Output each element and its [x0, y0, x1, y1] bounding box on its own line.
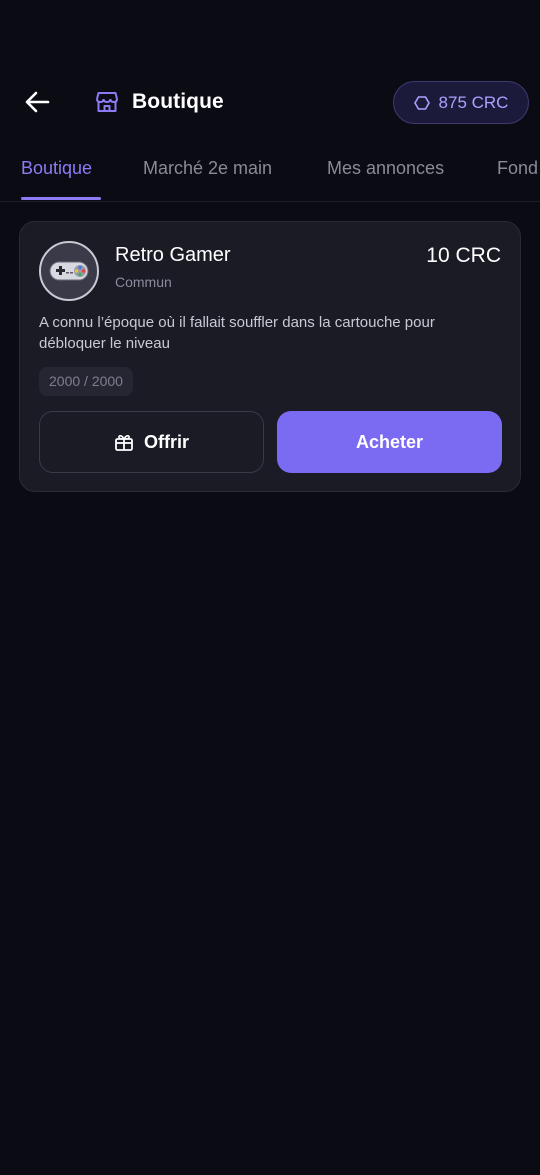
gift-icon: [115, 435, 133, 451]
item-name: Retro Gamer: [115, 244, 231, 266]
tab-mes-annonces[interactable]: Mes annonces: [327, 158, 444, 179]
back-button[interactable]: [20, 86, 54, 118]
item-price: 10 CRC: [426, 244, 501, 267]
tab-bar: Boutique Marché 2e main Mes annonces Fon…: [0, 150, 540, 202]
store-icon: [96, 92, 118, 112]
balance-amount: 875 CRC: [438, 92, 509, 112]
item-rarity: Commun: [115, 274, 172, 290]
item-avatar: [39, 241, 99, 301]
offer-button[interactable]: Offrir: [39, 411, 264, 473]
gamepad-icon: [49, 261, 89, 281]
offer-button-label: Offrir: [144, 431, 189, 452]
page-title-group: Boutique: [94, 88, 224, 116]
arrow-left-icon: [25, 91, 50, 113]
balance-badge[interactable]: 875 CRC: [393, 81, 529, 124]
tab-boutique[interactable]: Boutique: [21, 158, 92, 179]
buy-button[interactable]: Acheter: [277, 411, 502, 473]
item-description: A connu l’époque où il fallait souffler …: [39, 314, 435, 352]
page-title: Boutique: [132, 90, 224, 113]
tab-fond[interactable]: Fond: [497, 158, 538, 179]
shop-screen: Boutique 875 CRC Boutique Marché 2e main…: [0, 0, 540, 1175]
buy-button-label: Acheter: [355, 431, 424, 452]
active-tab-indicator: [21, 197, 101, 200]
header: Boutique 875 CRC: [0, 80, 540, 124]
coin-icon: [413, 95, 430, 110]
item-card: Retro Gamer Commun 10 CRC A connu l’époq…: [19, 221, 521, 492]
stock-badge: 2000 / 2000: [39, 367, 133, 396]
tab-marche-2e-main[interactable]: Marché 2e main: [143, 158, 272, 179]
